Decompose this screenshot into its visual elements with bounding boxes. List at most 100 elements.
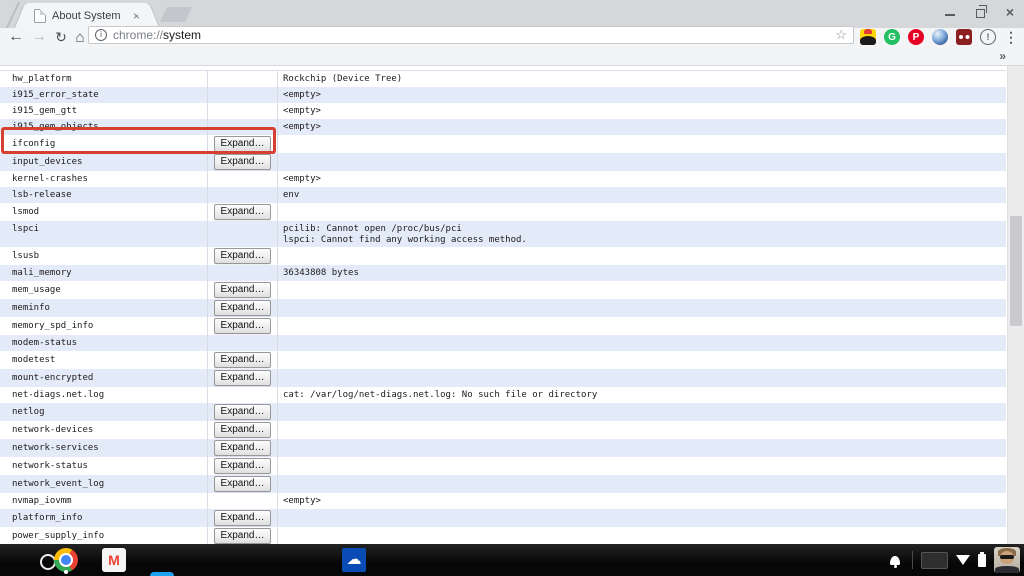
status-tray[interactable]: [890, 544, 1020, 576]
onedrive-glyph: ☁: [346, 551, 362, 568]
table-row-network-status: network-status Expand…: [0, 457, 1006, 475]
minimize-button[interactable]: [942, 4, 958, 20]
onedrive-icon[interactable]: ☁: [342, 548, 366, 572]
url-scheme: chrome://: [113, 28, 164, 42]
window-preview-icon[interactable]: [921, 551, 948, 569]
table-row-lsmod: lsmod Expand…: [0, 203, 1006, 221]
bookmarks-overflow-chevron-icon[interactable]: »: [999, 49, 1006, 63]
minimize-icon: [945, 14, 955, 16]
close-button[interactable]: ×: [1002, 4, 1018, 20]
gmail-icon[interactable]: M: [102, 548, 126, 572]
back-button[interactable]: ←: [6, 24, 26, 50]
row-name: network-devices: [12, 425, 94, 435]
row-value: env: [283, 190, 300, 200]
expand-button-modetest[interactable]: Expand…: [213, 352, 272, 368]
table-row-mount-encrypted: mount-encrypted Expand…: [0, 369, 1006, 387]
expand-button-lsmod[interactable]: Expand…: [213, 204, 272, 220]
row-name: mem_usage: [12, 285, 61, 295]
close-icon: ×: [1005, 4, 1015, 20]
row-button-cell: Expand…: [207, 281, 278, 299]
row-button-cell: Expand…: [207, 403, 278, 421]
reload-button[interactable]: ↻: [51, 24, 71, 50]
table-row-input_devices: input_devices Expand…: [0, 153, 1006, 171]
santa-extension-icon[interactable]: [860, 29, 876, 45]
expand-button-netlog[interactable]: Expand…: [213, 404, 272, 420]
row-name: nvmap_iovmm: [12, 496, 72, 506]
tab-close-icon[interactable]: ×: [133, 10, 140, 22]
expand-button-input_devices[interactable]: Expand…: [213, 154, 272, 170]
table-row-power_supply_info: power_supply_info Expand…: [0, 527, 1006, 545]
goggles-extension-icon[interactable]: [956, 29, 972, 45]
expand-button-network-services[interactable]: Expand…: [213, 440, 272, 456]
table-row-memory_spd_info: memory_spd_info Expand…: [0, 317, 1006, 335]
row-button-cell: [207, 103, 278, 119]
row-name: network_event_log: [12, 479, 105, 489]
expand-button-power_supply_info[interactable]: Expand…: [213, 528, 272, 544]
expand-button-mount-encrypted[interactable]: Expand…: [213, 370, 272, 386]
row-value: 36343808 bytes: [283, 268, 359, 278]
row-value: pcilib: Cannot open /proc/bus/pci lspci: …: [278, 221, 1006, 246]
scrollbar-thumb[interactable]: [1010, 216, 1022, 326]
row-button-cell: [207, 71, 278, 87]
info-extension-icon[interactable]: !: [980, 29, 996, 45]
forward-button[interactable]: →: [29, 24, 49, 50]
table-row-lspci: lspci pcilib: Cannot open /proc/bus/pci ls…: [0, 221, 1006, 247]
row-button-cell: Expand…: [207, 421, 278, 439]
row-value: <empty>: [283, 106, 321, 116]
wifi-icon: [956, 555, 970, 565]
row-button-cell: [207, 187, 278, 203]
expand-button-mem_usage[interactable]: Expand…: [213, 282, 272, 298]
table-row-net-diags.net.log: net-diags.net.log cat: /var/log/net-diags…: [0, 387, 1006, 403]
tab-strip: About System × ×: [0, 0, 1024, 28]
expand-button-meminfo[interactable]: Expand…: [213, 300, 272, 316]
row-name: netlog: [12, 407, 45, 417]
pinterest-extension-icon[interactable]: P: [908, 29, 924, 45]
row-button-cell: [207, 387, 278, 403]
restore-button[interactable]: [972, 4, 988, 20]
row-name: modetest: [12, 355, 56, 365]
scrollbar[interactable]: [1007, 66, 1024, 544]
browser-menu-button[interactable]: ⋮: [1004, 28, 1018, 46]
new-tab-button[interactable]: [160, 7, 192, 22]
table-row-network_event_log: network_event_log Expand…: [0, 475, 1006, 493]
notification-bell-icon[interactable]: [890, 555, 900, 568]
page-info-icon[interactable]: i: [95, 29, 107, 41]
avatar[interactable]: [994, 547, 1020, 573]
expand-button-network-status[interactable]: Expand…: [213, 458, 272, 474]
expand-button-memory_spd_info[interactable]: Expand…: [213, 318, 272, 334]
page-content: hw_platform Rockchip (Device Tree) i915_er…: [0, 66, 1024, 545]
row-button-cell: [207, 265, 278, 281]
table-row-mali_memory: mali_memory 36343808 bytes: [0, 265, 1006, 281]
table-row-modem-status: modem-status: [0, 335, 1006, 351]
expand-button-network-devices[interactable]: Expand…: [213, 422, 272, 438]
expand-button-network_event_log[interactable]: Expand…: [213, 476, 272, 492]
row-name: network-status: [12, 461, 88, 471]
row-button-cell: Expand…: [207, 439, 278, 457]
avatar-glasses: [1000, 555, 1014, 559]
row-value: Rockchip (Device Tree): [283, 74, 403, 84]
chrome-icon[interactable]: [54, 548, 78, 572]
chrome-active-indicator: [64, 570, 68, 574]
omnibox[interactable]: i chrome://system ☆: [88, 26, 854, 44]
row-name: meminfo: [12, 303, 50, 313]
row-name: kernel-crashes: [12, 174, 88, 184]
row-button-cell: Expand…: [207, 369, 278, 387]
bookmark-star-icon[interactable]: ☆: [835, 28, 847, 42]
home-button[interactable]: ⌂: [70, 24, 90, 50]
twitter-icon[interactable]: [150, 572, 174, 576]
row-name: lsb-release: [12, 190, 72, 200]
globe-extension-icon[interactable]: [932, 29, 948, 45]
expand-button-lsusb[interactable]: Expand…: [213, 248, 272, 264]
expand-button-platform_info[interactable]: Expand…: [213, 510, 272, 526]
table-row-network-services: network-services Expand…: [0, 439, 1006, 457]
table-row-i915_gem_gtt: i915_gem_gtt <empty>: [0, 103, 1006, 119]
grammarly-extension-icon[interactable]: G: [884, 29, 900, 45]
table-row-lsb-release: lsb-release env: [0, 187, 1006, 203]
row-name: platform_info: [12, 513, 83, 523]
table-row-i915_error_state: i915_error_state <empty>: [0, 87, 1006, 103]
table-row-mem_usage: mem_usage Expand…: [0, 281, 1006, 299]
row-button-cell: [207, 221, 278, 247]
restore-icon: [975, 5, 987, 18]
url-host: system: [163, 28, 202, 42]
screen: About System × × ← → ↻ ⌂ i chrome://syst…: [0, 0, 1024, 576]
